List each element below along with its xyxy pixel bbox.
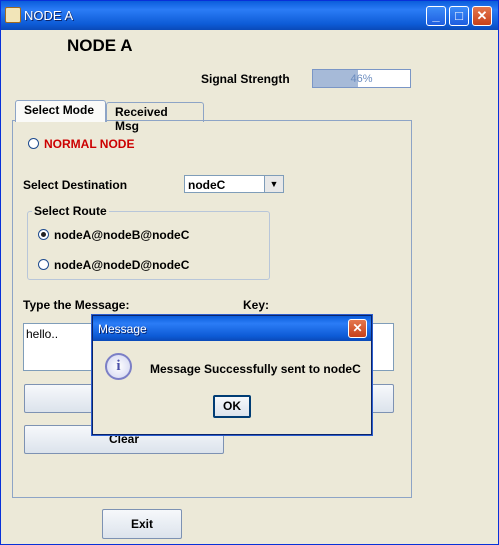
window-title: NODE A	[24, 8, 74, 23]
close-button[interactable]: ✕	[472, 6, 492, 26]
dialog-message: Message Successfully sent to nodeC	[150, 362, 361, 376]
destination-selected-value: nodeC	[188, 178, 226, 192]
minimize-button[interactable]: _	[426, 6, 446, 26]
dialog-title: Message	[98, 322, 147, 336]
signal-strength-bar: 46%	[312, 69, 411, 88]
message-dialog: Message ✕ i Message Successfully sent to…	[92, 315, 372, 435]
chevron-down-icon[interactable]: ▼	[264, 176, 283, 192]
normal-node-radio[interactable]	[28, 138, 39, 149]
key-label: Key:	[243, 298, 270, 312]
java-app-icon	[5, 7, 21, 23]
route-option-1-radio[interactable]	[38, 229, 49, 240]
exit-button[interactable]: Exit	[102, 509, 182, 539]
signal-strength-value: 46%	[350, 73, 373, 85]
dialog-close-button[interactable]: ✕	[348, 319, 367, 338]
destination-dropdown[interactable]: nodeC ▼	[184, 175, 284, 193]
title-bar[interactable]: NODE A _ □ ✕	[1, 1, 498, 30]
type-message-label: Type the Message:	[23, 298, 130, 312]
signal-strength-label: Signal Strength	[201, 72, 290, 86]
select-destination-label: Select Destination	[23, 178, 128, 192]
page-title: NODE A	[67, 36, 133, 55]
normal-node-label: NORMAL NODE	[44, 137, 135, 151]
route-option-1-label: nodeA@nodeB@nodeC	[54, 228, 190, 242]
route-option-2-radio[interactable]	[38, 259, 49, 270]
dialog-title-bar[interactable]: Message ✕	[93, 316, 371, 341]
main-window: NODE A _ □ ✕ NODE A Signal Strength 46% …	[0, 0, 499, 545]
ok-button[interactable]: OK	[213, 395, 251, 418]
tab-received-msg[interactable]: Received Msg	[106, 102, 204, 133]
route-option-2-label: nodeA@nodeD@nodeC	[54, 258, 190, 272]
tab-select-mode[interactable]: Select Mode	[15, 100, 106, 122]
maximize-button[interactable]: □	[449, 6, 469, 26]
select-route-legend: Select Route	[32, 204, 109, 218]
info-icon: i	[105, 353, 132, 380]
